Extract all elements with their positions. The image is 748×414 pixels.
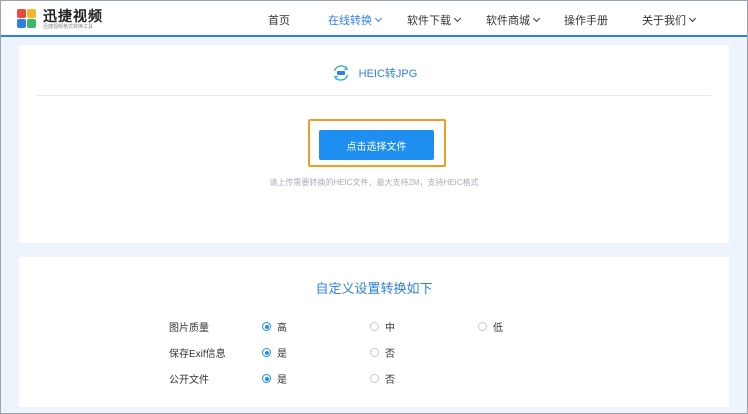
radio-unchecked-icon[interactable]	[370, 374, 379, 383]
nav-about-us-label: 关于我们	[642, 15, 686, 27]
conversion-title-text: HEIC转JPG	[358, 68, 418, 80]
public-file-label: 公开文件	[169, 375, 209, 386]
site-header: 迅捷视频 迅捷视频格式转换工具 首页 在线转换 软件下载 软件商城 操作手册 关…	[1, 1, 747, 37]
chevron-down-icon	[688, 14, 697, 23]
nav-home[interactable]: 首页	[268, 12, 290, 28]
radio-checked-icon[interactable]	[262, 322, 271, 331]
option-label: 否	[385, 375, 395, 386]
page-frame: 迅捷视频 迅捷视频格式转换工具 首页 在线转换 软件下载 软件商城 操作手册 关…	[0, 0, 748, 414]
nav-software-download-label: 软件下载	[407, 15, 451, 27]
radio-checked-icon[interactable]	[262, 348, 271, 357]
radio-checked-icon[interactable]	[262, 374, 271, 383]
quality-low-option[interactable]: 低	[478, 319, 503, 334]
nav-software-store[interactable]: 软件商城	[486, 12, 541, 28]
nav-about-us[interactable]: 关于我们	[642, 12, 697, 28]
public-yes-option[interactable]: 是	[262, 371, 287, 386]
chevron-down-icon	[532, 14, 541, 23]
divider	[37, 95, 711, 96]
option-label: 高	[277, 323, 287, 334]
choose-file-button[interactable]: 点击选择文件	[319, 130, 434, 160]
settings-title: 自定义设置转换如下	[315, 281, 433, 296]
exif-yes-option[interactable]: 是	[262, 345, 287, 360]
chevron-down-icon	[453, 14, 462, 23]
radio-unchecked-icon[interactable]	[370, 322, 379, 331]
nav-software-download[interactable]: 软件下载	[407, 12, 462, 28]
nav-software-store-label: 软件商城	[486, 15, 530, 27]
quality-high-option[interactable]: 高	[262, 319, 287, 334]
image-quality-label: 图片质量	[169, 323, 209, 334]
upload-hint: 请上传需要转换的HEIC文件，最大支持2M，支持HEIC格式	[269, 178, 479, 187]
radio-unchecked-icon[interactable]	[478, 322, 487, 331]
nav-home-label: 首页	[268, 15, 290, 27]
main-nav: 首页 在线转换 软件下载 软件商城 操作手册 关于我们	[1, 1, 747, 35]
option-label: 低	[493, 323, 503, 334]
upload-panel: HEIC转JPG 点击选择文件 请上传需要转换的HEIC文件，最大支持2M，支持…	[19, 45, 729, 243]
exif-no-option[interactable]: 否	[370, 345, 395, 360]
public-no-option[interactable]: 否	[370, 371, 395, 386]
settings-panel: 自定义设置转换如下 图片质量 高 中 低 保存Exif信息 是 否 公开文件 是…	[19, 257, 729, 407]
option-label: 中	[385, 323, 395, 334]
convert-cycle-icon	[333, 65, 348, 81]
nav-manual-label: 操作手册	[564, 15, 608, 27]
conversion-title: HEIC转JPG	[19, 63, 729, 83]
quality-medium-option[interactable]: 中	[370, 319, 395, 334]
nav-online-convert[interactable]: 在线转换	[328, 12, 383, 28]
option-label: 否	[385, 349, 395, 360]
option-label: 是	[277, 375, 287, 386]
option-label: 是	[277, 349, 287, 360]
save-exif-label: 保存Exif信息	[169, 349, 226, 360]
chevron-down-icon	[374, 14, 383, 23]
radio-unchecked-icon[interactable]	[370, 348, 379, 357]
nav-online-convert-label: 在线转换	[328, 15, 372, 27]
nav-manual[interactable]: 操作手册	[564, 12, 608, 28]
